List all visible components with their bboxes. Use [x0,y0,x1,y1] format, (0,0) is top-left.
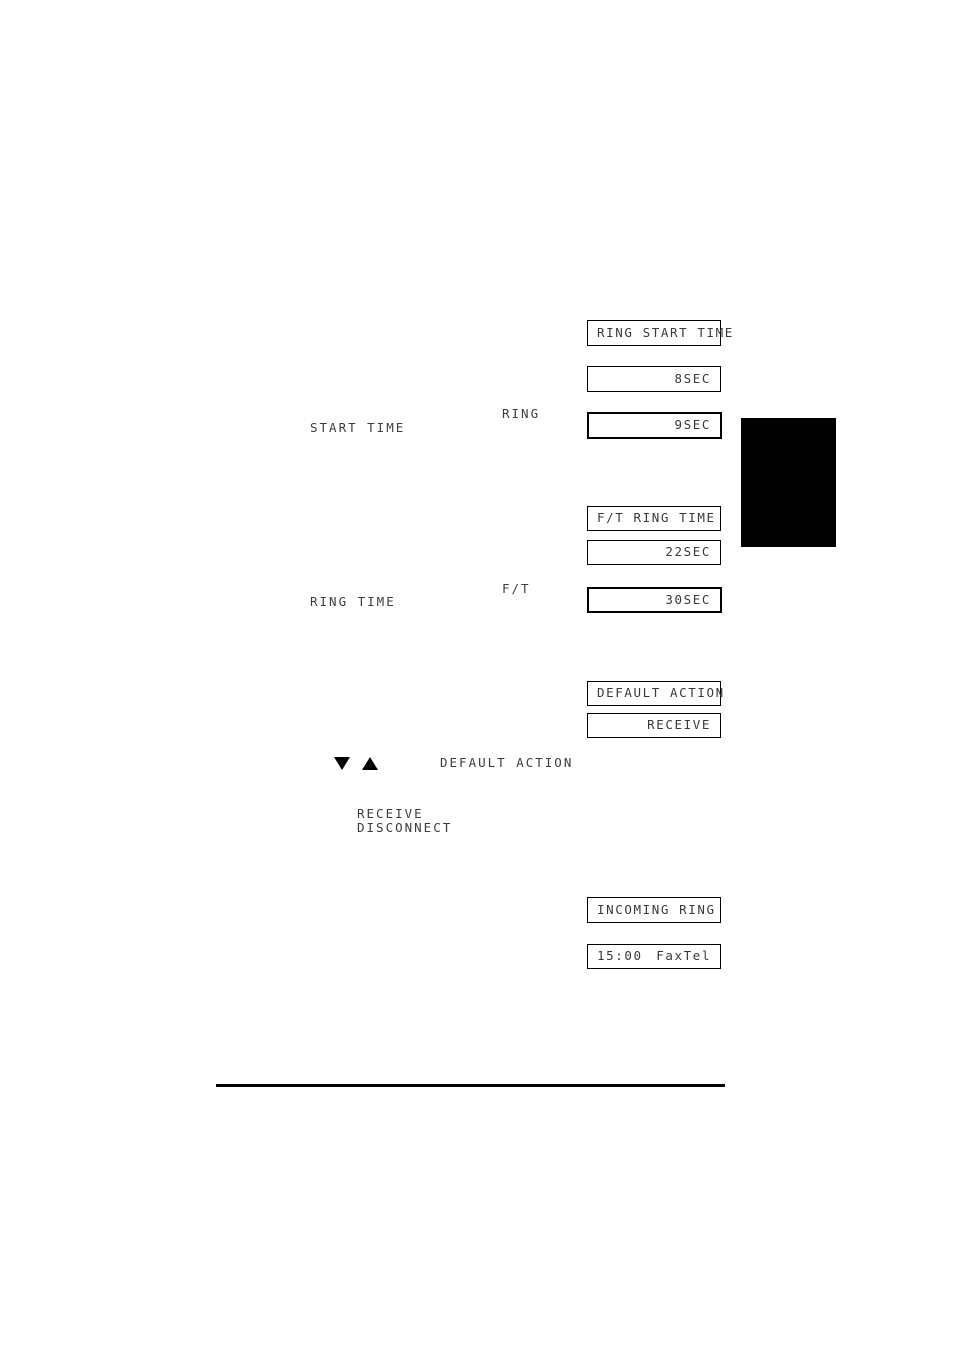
option-disconnect: DISCONNECT [357,820,453,835]
footer-divider [216,1084,725,1087]
lcd-standby-mode: FaxTel [656,948,711,964]
page-thumb-index-tab [741,418,836,547]
lcd-default-action-title: DEFAULT ACTION [587,681,723,706]
lcd-text: F/T RING TIME [597,510,716,526]
lcd-text: RECEIVE [647,717,711,733]
up-arrow-icon [362,757,378,770]
lcd-ring-start-time-8sec: 8SEC [587,366,721,392]
lcd-default-action-receive: RECEIVE [587,713,721,738]
lcd-ring-start-time-9sec: 9SEC [587,412,722,439]
label-ft: F/T [502,581,531,596]
lcd-text: 22SEC [665,544,711,560]
manual-page: RING START TIME 8SEC 9SEC RING START TIM… [0,0,954,1351]
lcd-incoming-ring-title: INCOMING RING [587,897,721,923]
lcd-ft-ring-time-30sec: 30SEC [587,587,722,613]
label-start-time: START TIME [310,420,406,435]
option-receive: RECEIVE [357,806,424,821]
lcd-ft-ring-time-title: F/T RING TIME [587,506,721,531]
lcd-standby-time: 15:00 [597,948,643,964]
down-arrow-icon [334,757,350,770]
label-ring-time: RING TIME [310,594,396,609]
lcd-text: DEFAULT ACTION [597,685,725,701]
lcd-ft-ring-time-22sec: 22SEC [587,540,721,565]
label-default-action: DEFAULT ACTION [440,755,574,770]
lcd-text: RING START TIME [597,324,734,340]
lcd-standby-display: 15:00 FaxTel [587,944,721,969]
lcd-text: INCOMING RING [597,901,716,917]
lcd-text: 9SEC [674,417,711,433]
lcd-text: 30SEC [665,591,711,607]
lcd-ring-start-time-title: RING START TIME [587,320,732,346]
label-ring: RING [502,406,541,421]
lcd-text: 8SEC [674,370,711,386]
